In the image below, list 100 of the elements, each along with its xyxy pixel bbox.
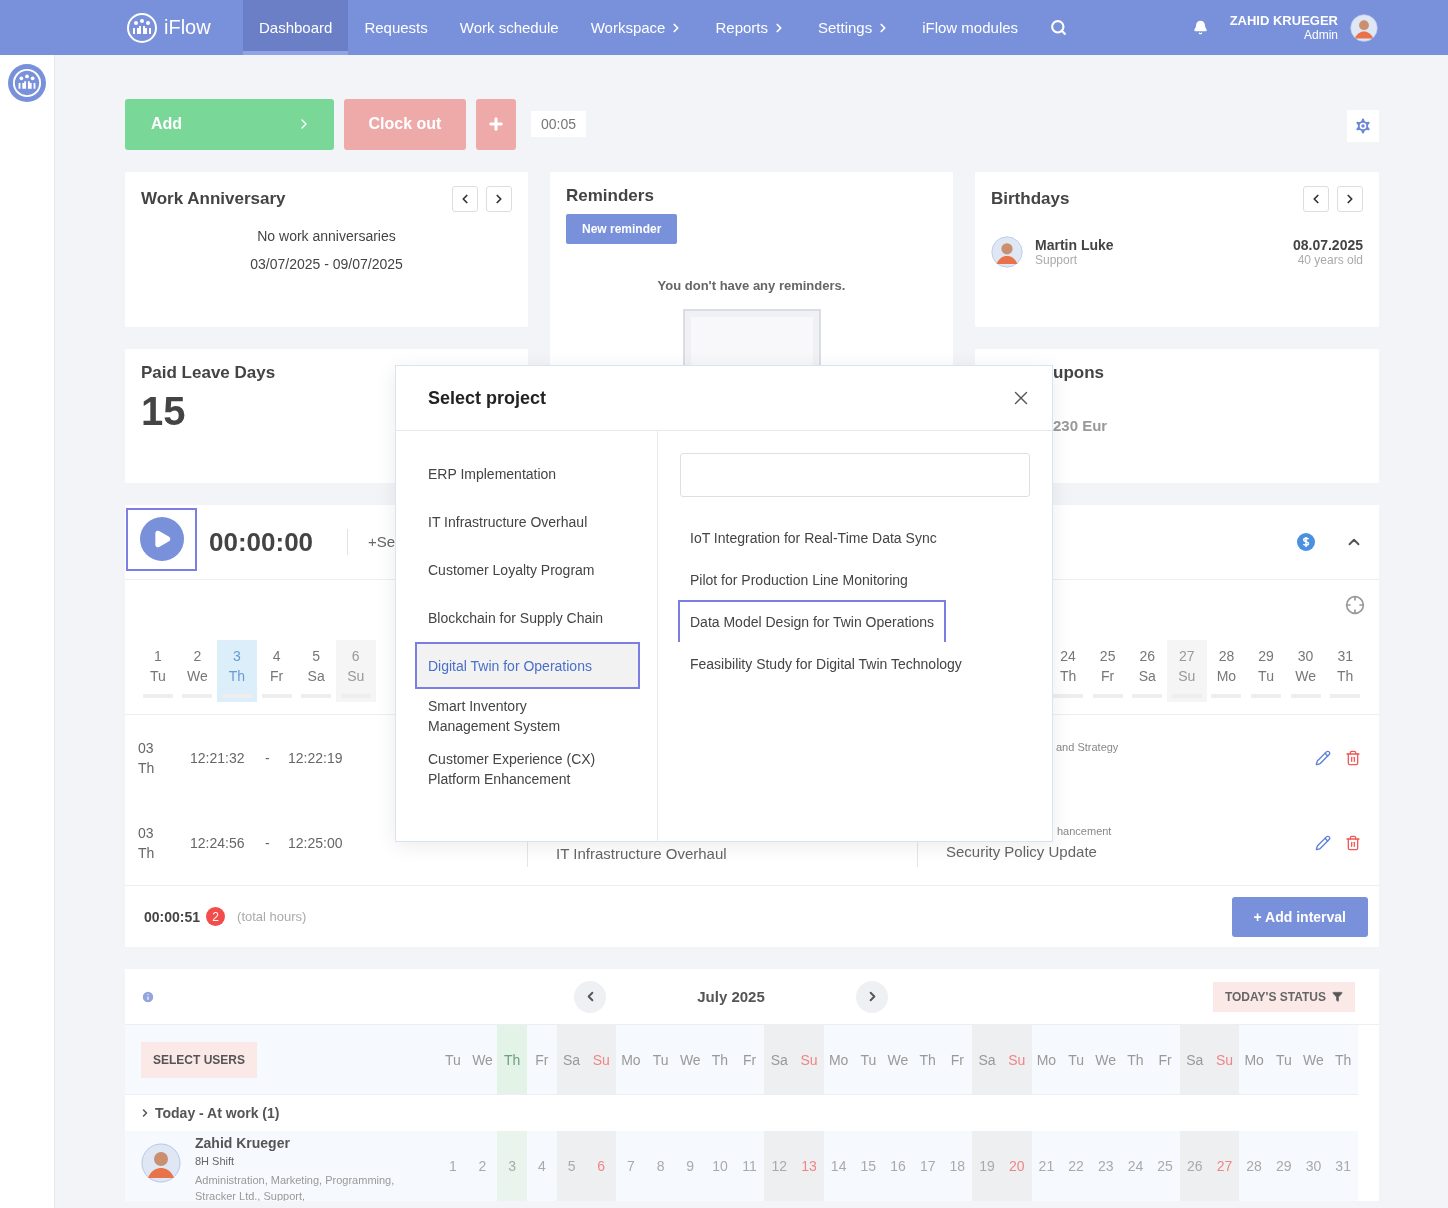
filter-icon [1332,991,1343,1002]
date-range: 03/07/2025 - 09/07/2025 [249,256,404,272]
nav-link[interactable]: Reports [699,0,802,55]
next-button[interactable] [1337,186,1363,212]
avatar [991,236,1023,268]
day-button[interactable]: 30 We [1285,640,1326,702]
project-option[interactable]: Digital Twin for Operations [415,642,640,689]
start-time: 12:24:56 [190,834,245,851]
bell-icon[interactable] [1192,20,1208,35]
weekday-header: Fr [942,1025,973,1095]
nav-link[interactable]: Dashboard [243,0,349,55]
weekday-header: Su [794,1025,824,1095]
day-number: 7 [616,1131,646,1201]
sidebar-logo[interactable] [8,64,46,102]
weekday-header: Th [705,1025,735,1095]
weekday-header: We [1298,1025,1329,1095]
day-button[interactable]: 2 We [177,640,218,702]
day-button[interactable]: 1 Tu [138,640,178,702]
day-number: 26 [1179,1131,1210,1201]
group-title[interactable]: Today - At work (1) [155,1105,280,1121]
new-reminder-button[interactable]: New reminder [566,214,678,244]
day-number: 12 [764,1131,795,1201]
day-number: 30 [1298,1131,1329,1201]
todays-status-button[interactable]: TODAY'S STATUS [1212,981,1355,1012]
weekday-header: Th [497,1025,528,1095]
settings-button[interactable] [1347,110,1379,142]
logo-icon [12,68,42,98]
project-label: and Strategy [1056,740,1119,753]
interval-date: 03 Th [138,738,155,778]
settings-icon [1353,115,1373,137]
nav-link[interactable]: Workspace [574,0,700,55]
weekday-header: Sa [556,1025,587,1095]
previous-button[interactable] [452,186,478,212]
previous-month-button[interactable] [574,980,606,1013]
day-button[interactable]: 25 Fr [1087,640,1128,702]
weekday-header: Tu [1268,1025,1299,1095]
day-number: 10 [705,1131,735,1201]
day-number: 31 [1328,1131,1358,1201]
nav-link[interactable]: Requests [348,0,444,55]
day-button[interactable]: 3 Th [217,640,257,702]
nav-link[interactable]: Work schedule [443,0,575,55]
day-button[interactable]: 26 Sa [1127,640,1168,702]
info-icon[interactable] [141,989,155,1004]
day-number: 22 [1061,1131,1091,1201]
day-button[interactable]: 5 Sa [296,640,336,702]
avatar [141,1143,181,1183]
day-button[interactable]: 29 Tu [1246,640,1286,702]
day-button[interactable]: 6 Su [335,640,376,702]
delete-icon[interactable] [1345,834,1361,851]
day-number: 20 [1001,1131,1032,1201]
plus-icon [487,115,505,133]
search-icon [1050,19,1068,36]
weekday-header: Th [1328,1025,1358,1095]
day-number: 8 [645,1131,676,1201]
day-number: 5 [556,1131,587,1201]
edit-icon[interactable] [1315,834,1331,851]
edit-icon[interactable] [1315,749,1331,766]
leave-days-count: 15 [141,389,186,434]
search-field[interactable] [680,453,1030,497]
task-option[interactable]: Data Model Design for Twin Operations [678,600,947,644]
weekday-header: Mo [616,1025,646,1095]
day-number: 6 [586,1131,617,1201]
weekday-header: Su [1209,1025,1240,1095]
day-button[interactable]: 4 Fr [256,640,297,702]
day-button[interactable]: 31 Th [1325,640,1365,702]
nav-link[interactable]: iFlow modules [906,0,1035,55]
weekday-header: We [883,1025,913,1095]
task-name: Security Policy Update [946,843,1097,860]
project-name: IT Infrastructure Overhaul [556,845,727,862]
weekday-header: Fr [527,1025,557,1095]
add-interval-button[interactable]: + Add interval [1231,896,1368,937]
next-button[interactable] [486,186,512,212]
weekday-header: We [467,1025,498,1095]
card-title: Paid Leave Days [141,363,277,383]
user-role: Admin [1304,28,1338,42]
total-label: (total hours) [237,909,307,924]
nav-link[interactable]: Settings [802,0,907,55]
day-number: 29 [1268,1131,1299,1201]
start-timer-button[interactable] [126,507,197,571]
day-number: 15 [853,1131,884,1201]
weekday-header: Su [1001,1025,1032,1095]
elapsed-time: 00:05 [531,111,587,137]
add-break-button[interactable] [476,98,516,150]
weekday-header: Fr [1150,1025,1180,1095]
day-button[interactable]: 28 Mo [1206,640,1247,702]
day-number: 13 [794,1131,824,1201]
day-number: 25 [1150,1131,1180,1201]
end-time: 12:25:00 [288,834,343,851]
day-button[interactable]: 24 Th [1048,640,1088,702]
day-button[interactable]: 27 Su [1167,640,1207,702]
person-age: 40 years old [1296,253,1363,267]
user-name: ZAHID KRUEGER [1229,13,1338,28]
delete-icon[interactable] [1345,749,1361,766]
weekday-header: Th [1120,1025,1151,1095]
next-month-button[interactable] [856,980,888,1013]
weekday-header: Sa [1179,1025,1210,1095]
dollar-icon[interactable] [1297,533,1315,551]
select-users-button[interactable]: SELECT USERS [141,1041,257,1078]
locate-icon[interactable] [1345,595,1365,615]
previous-button[interactable] [1303,186,1329,212]
